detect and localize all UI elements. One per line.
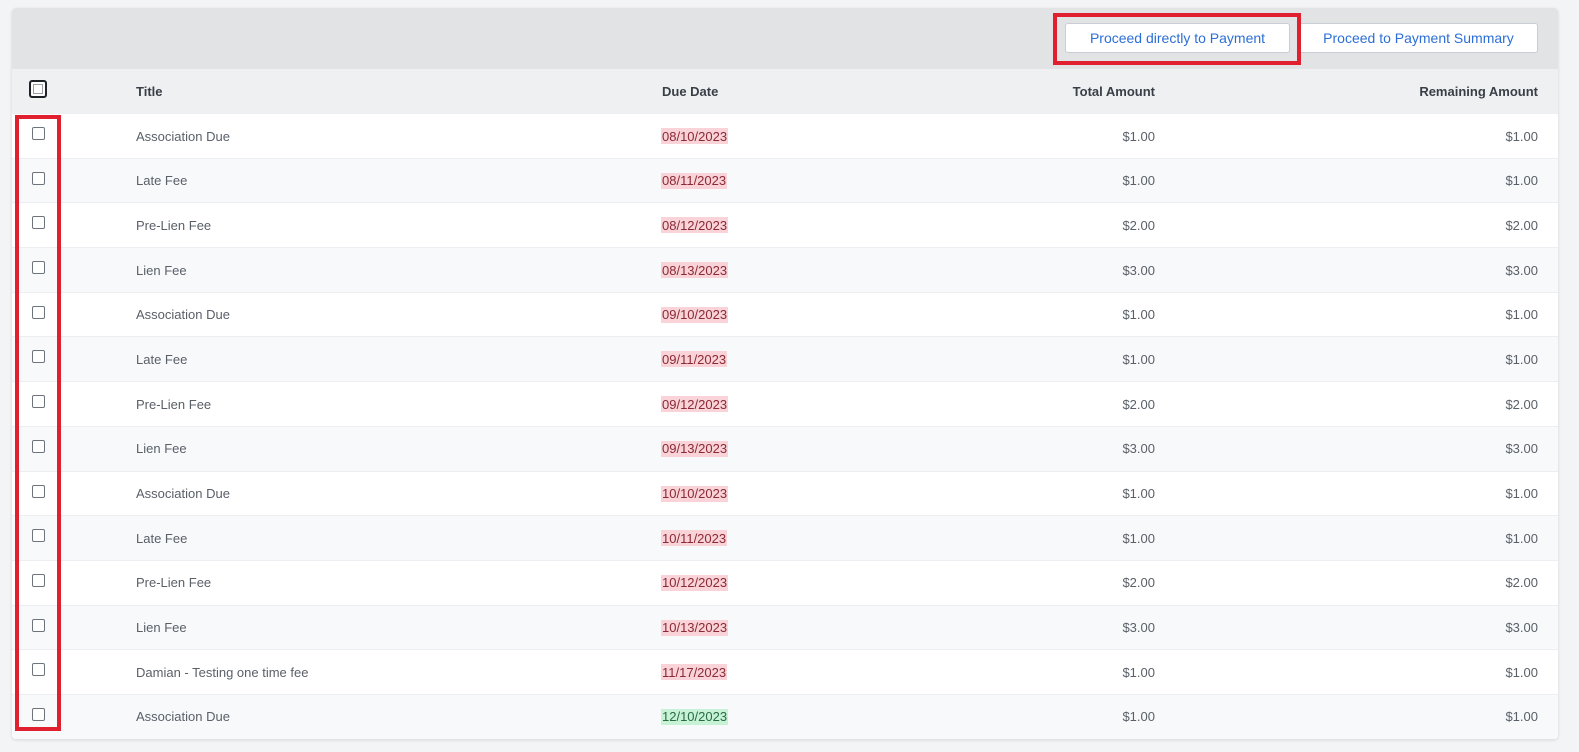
row-remaining-amount: $1.00	[1505, 173, 1538, 189]
row-total-amount: $1.00	[1122, 664, 1155, 680]
table-row[interactable]: Association Due 09/10/2023 $1.00 $1.00	[12, 291, 1558, 337]
table-row[interactable]: Late Fee 10/11/2023 $1.00 $1.00	[12, 515, 1558, 560]
table-row[interactable]: Association Due 10/10/2023 $1.00 $1.00	[12, 470, 1558, 516]
row-remaining-amount: $1.00	[1505, 530, 1538, 546]
row-remaining-amount: $1.00	[1505, 709, 1538, 725]
row-due-date-badge: 08/12/2023	[661, 217, 729, 234]
row-title: Association Due	[136, 709, 230, 725]
row-remaining-amount: $2.00	[1505, 217, 1538, 233]
row-title: Late Fee	[136, 530, 188, 546]
row-title: Pre-Lien Fee	[136, 575, 212, 591]
row-remaining-amount: $2.00	[1505, 396, 1538, 412]
row-due-date-badge: 08/10/2023	[661, 128, 729, 144]
row-title: Damian - Testing one time fee	[136, 664, 309, 680]
charges-panel: Proceed directly to Payment Proceed to P…	[12, 8, 1558, 739]
row-total-amount: $3.00	[1122, 441, 1155, 457]
row-checkbox[interactable]	[32, 305, 45, 319]
table-row[interactable]: Late Fee 08/11/2023 $1.00 $1.00	[12, 157, 1558, 203]
toolbar: Proceed directly to Payment Proceed to P…	[12, 8, 1558, 69]
table-row[interactable]: Lien Fee 08/13/2023 $3.00 $3.00	[12, 247, 1558, 292]
table-row[interactable]: Lien Fee 09/13/2023 $3.00 $3.00	[12, 425, 1558, 471]
row-checkbox[interactable]	[32, 707, 45, 721]
row-total-amount: $1.00	[1122, 709, 1155, 725]
row-title: Lien Fee	[136, 620, 187, 636]
row-total-amount: $1.00	[1122, 486, 1155, 501]
row-due-date-badge: 09/13/2023	[661, 440, 729, 457]
row-remaining-amount: $1.00	[1505, 664, 1538, 680]
row-remaining-amount: $1.00	[1505, 486, 1538, 501]
row-title: Pre-Lien Fee	[136, 396, 212, 412]
row-checkbox[interactable]	[32, 350, 45, 364]
table-row[interactable]: Association Due 12/10/2023 $1.00 $1.00	[12, 693, 1558, 739]
table-row[interactable]: Pre-Lien Fee 09/12/2023 $2.00 $2.00	[12, 381, 1558, 426]
row-checkbox[interactable]	[32, 663, 45, 677]
row-total-amount: $2.00	[1122, 396, 1155, 412]
table-header: Title Due Date Total Amount Remaining Am…	[12, 69, 1558, 113]
column-header-remaining-amount[interactable]: Remaining Amount	[1419, 69, 1538, 113]
row-title: Association Due	[136, 307, 230, 323]
table-row[interactable]: Lien Fee 10/13/2023 $3.00 $3.00	[12, 604, 1558, 650]
row-total-amount: $1.00	[1122, 128, 1155, 144]
row-checkbox[interactable]	[32, 127, 45, 140]
row-checkbox[interactable]	[32, 395, 45, 409]
table-row[interactable]: Damian - Testing one time fee 11/17/2023 $…	[12, 649, 1558, 694]
select-all-checkbox[interactable]	[29, 80, 47, 98]
column-header-total-amount[interactable]: Total Amount	[1073, 69, 1155, 113]
row-checkbox[interactable]	[32, 216, 45, 230]
row-due-date-badge: 11/17/2023	[661, 664, 728, 681]
row-remaining-amount: $1.00	[1505, 351, 1538, 367]
row-total-amount: $1.00	[1122, 530, 1155, 546]
row-due-date-badge: 09/11/2023	[661, 351, 728, 368]
row-total-amount: $1.00	[1122, 351, 1155, 367]
row-title: Lien Fee	[136, 262, 187, 278]
row-remaining-amount: $3.00	[1505, 441, 1538, 457]
row-checkbox[interactable]	[32, 618, 45, 632]
proceed-directly-to-payment-button[interactable]: Proceed directly to Payment	[1065, 23, 1290, 53]
row-title: Association Due	[136, 486, 230, 501]
column-header-due-date[interactable]: Due Date	[662, 69, 718, 113]
row-title: Association Due	[136, 128, 230, 144]
row-remaining-amount: $1.00	[1505, 128, 1538, 144]
row-checkbox[interactable]	[32, 261, 45, 275]
row-due-date-badge: 09/12/2023	[661, 396, 729, 413]
row-checkbox[interactable]	[32, 171, 45, 185]
row-due-date-badge: 10/11/2023	[661, 530, 728, 547]
row-due-date-badge: 10/13/2023	[661, 619, 729, 636]
row-remaining-amount: $1.00	[1505, 307, 1538, 323]
row-due-date-badge: 12/10/2023	[661, 708, 729, 725]
row-remaining-amount: $3.00	[1505, 262, 1538, 278]
row-remaining-amount: $3.00	[1505, 620, 1538, 636]
table-row[interactable]: Pre-Lien Fee 08/12/2023 $2.00 $2.00	[12, 202, 1558, 247]
column-header-title[interactable]: Title	[136, 69, 163, 113]
row-checkbox[interactable]	[32, 484, 45, 498]
row-title: Late Fee	[136, 173, 188, 189]
row-total-amount: $3.00	[1122, 620, 1155, 636]
row-total-amount: $2.00	[1122, 217, 1155, 233]
row-due-date-badge: 10/12/2023	[661, 574, 729, 591]
row-checkbox[interactable]	[32, 573, 45, 587]
row-checkbox[interactable]	[32, 439, 45, 453]
table-row[interactable]: Late Fee 09/11/2023 $1.00 $1.00	[12, 336, 1558, 382]
row-total-amount: $1.00	[1122, 307, 1155, 323]
row-due-date-badge: 09/10/2023	[661, 306, 729, 323]
row-checkbox[interactable]	[32, 529, 45, 543]
row-due-date-badge: 08/13/2023	[661, 262, 729, 279]
table-row[interactable]: Association Due 08/10/2023 $1.00 $1.00	[12, 113, 1558, 158]
row-remaining-amount: $2.00	[1505, 575, 1538, 591]
row-title: Late Fee	[136, 351, 188, 367]
proceed-to-payment-summary-button[interactable]: Proceed to Payment Summary	[1299, 23, 1538, 53]
row-title: Pre-Lien Fee	[136, 217, 212, 233]
row-due-date-badge: 08/11/2023	[661, 172, 728, 189]
row-total-amount: $3.00	[1122, 262, 1155, 278]
row-due-date-badge: 10/10/2023	[661, 485, 729, 502]
row-title: Lien Fee	[136, 441, 187, 457]
table-row[interactable]: Pre-Lien Fee 10/12/2023 $2.00 $2.00	[12, 559, 1558, 605]
row-total-amount: $1.00	[1122, 173, 1155, 189]
table-body: Association Due 08/10/2023 $1.00 $1.00 Late …	[12, 113, 1558, 739]
row-total-amount: $2.00	[1122, 575, 1155, 591]
